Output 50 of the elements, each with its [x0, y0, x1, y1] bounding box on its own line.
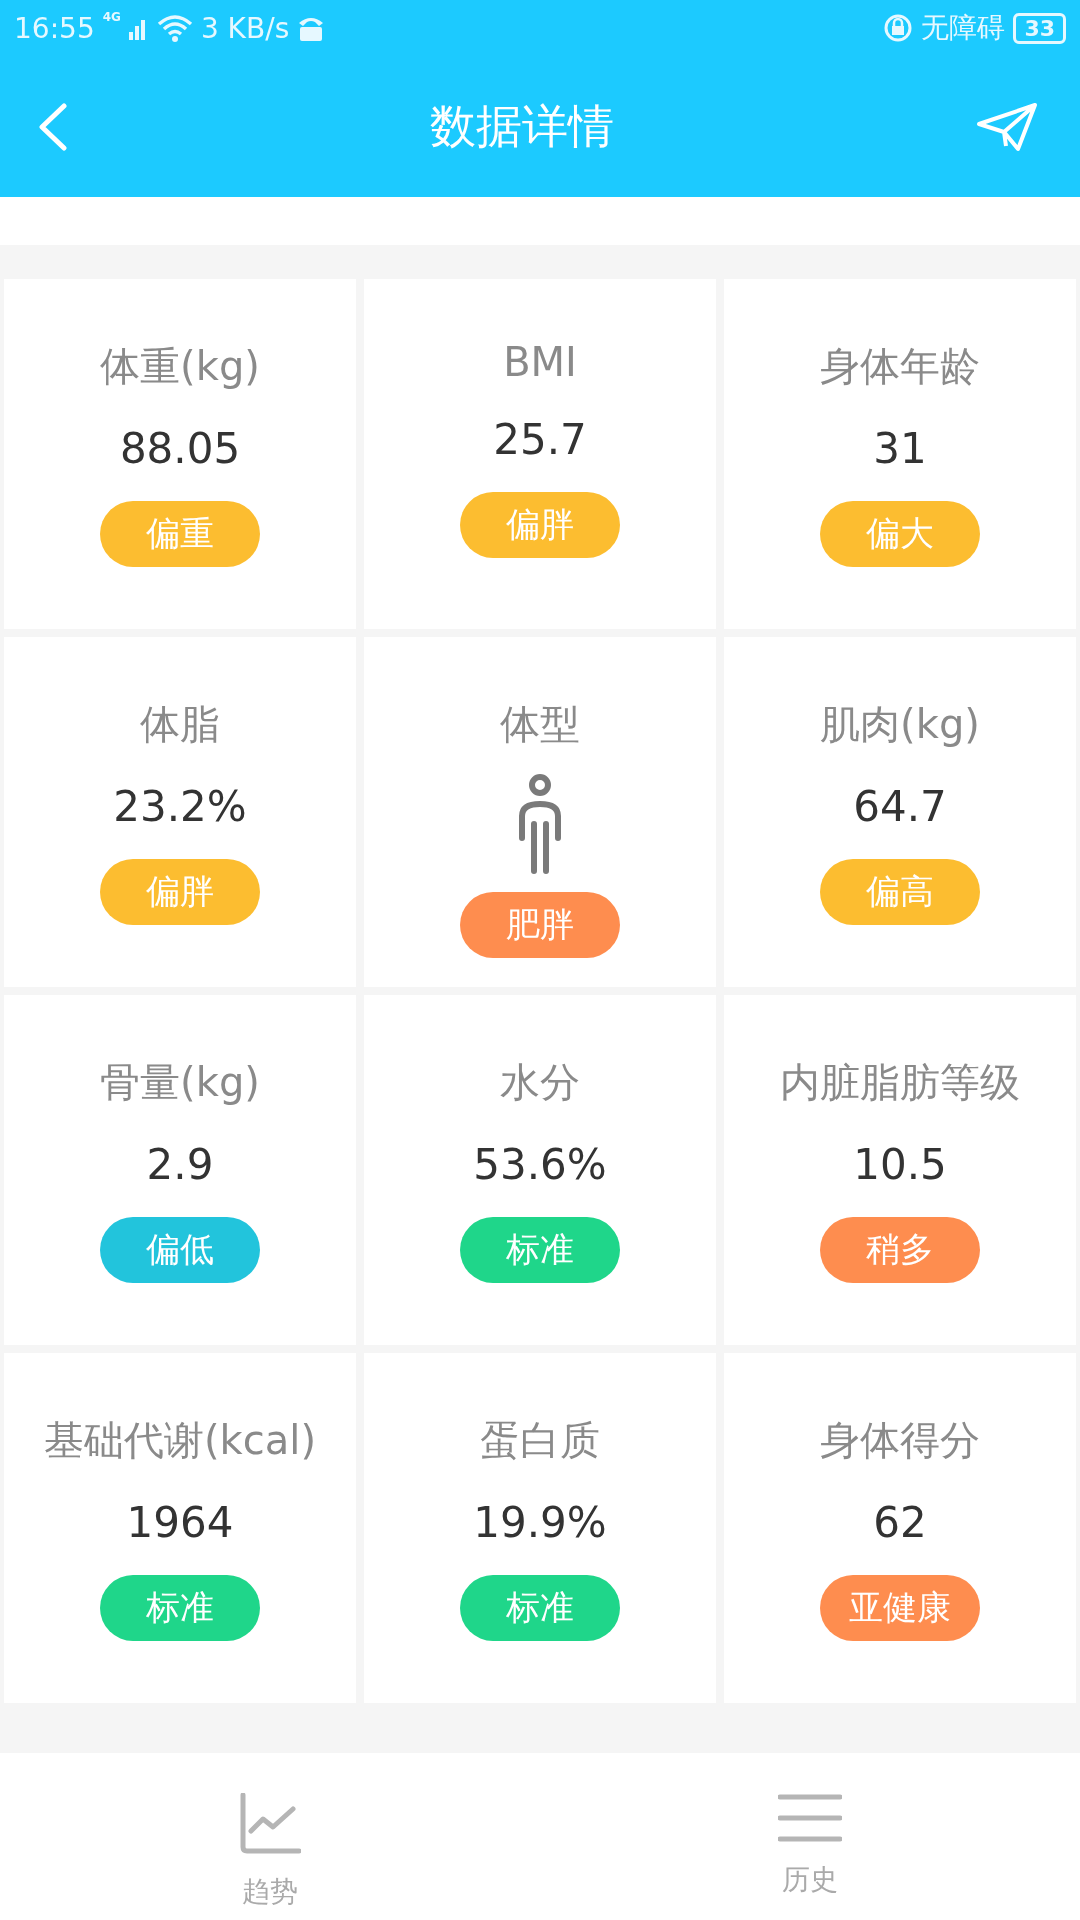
- status-badge: 肥胖: [460, 892, 620, 958]
- metric-value: 1964: [126, 1498, 234, 1547]
- metric-label: 基础代谢(kcal): [44, 1416, 316, 1465]
- metric-value: 31: [873, 424, 927, 473]
- status-time: 16:55: [14, 11, 95, 45]
- metric-value: 19.9%: [473, 1498, 607, 1547]
- page-title: 数据详情: [430, 97, 614, 155]
- back-icon[interactable]: [38, 102, 68, 151]
- metric-label: 骨量(kg): [100, 1058, 260, 1107]
- status-badge: 偏胖: [460, 492, 620, 558]
- metric-label: 肌肉(kg): [820, 700, 980, 749]
- status-badge: 标准: [460, 1575, 620, 1641]
- accessibility-label: 无障碍: [921, 10, 1006, 46]
- status-badge: 偏胖: [100, 859, 260, 925]
- metric-label: 蛋白质: [480, 1416, 600, 1465]
- metric-value: 10.5: [853, 1140, 947, 1189]
- status-badge: 标准: [460, 1217, 620, 1283]
- metric-value: 64.7: [853, 782, 947, 831]
- status-badge: 标准: [100, 1575, 260, 1641]
- status-badge: 偏高: [820, 859, 980, 925]
- metric-label: 内脏脂肪等级: [780, 1058, 1020, 1107]
- metric-label: 水分: [500, 1058, 580, 1107]
- nav-label[interactable]: 历史: [782, 1861, 838, 1899]
- metric-label: 体重(kg): [100, 342, 260, 391]
- metric-value: 2.9: [146, 1140, 214, 1189]
- wifi-icon: [156, 14, 193, 42]
- status-badge: 偏重: [100, 501, 260, 567]
- paper-plane-icon[interactable]: [976, 101, 1038, 152]
- lock-rotation-icon: [883, 13, 914, 43]
- metric-value: 88.05: [119, 424, 241, 473]
- metric-value: 25.7: [493, 415, 587, 464]
- nav-label[interactable]: 趋势: [242, 1873, 298, 1911]
- metric-label: 身体年龄: [820, 342, 980, 391]
- status-badge: 稍多: [820, 1217, 980, 1283]
- person-icon: [517, 774, 563, 874]
- metric-value: 53.6%: [473, 1140, 607, 1189]
- line-chart-icon[interactable]: [239, 1793, 301, 1855]
- metric-label: 体脂: [140, 700, 220, 749]
- metric-value: 23.2%: [113, 782, 247, 831]
- network-label: 4G: [102, 10, 121, 24]
- battery-indicator: 33: [1013, 12, 1066, 44]
- menu-icon[interactable]: [778, 1793, 842, 1843]
- status-badge: 偏大: [820, 501, 980, 567]
- metric-value: 62: [873, 1498, 927, 1547]
- metric-label: 身体得分: [820, 1416, 980, 1465]
- metric-label: 体型: [500, 700, 580, 749]
- metric-label: BMI: [503, 339, 577, 385]
- status-badge: 偏低: [100, 1217, 260, 1283]
- network-speed: 3 KB/s: [200, 11, 290, 45]
- status-badge: 亚健康: [820, 1575, 980, 1641]
